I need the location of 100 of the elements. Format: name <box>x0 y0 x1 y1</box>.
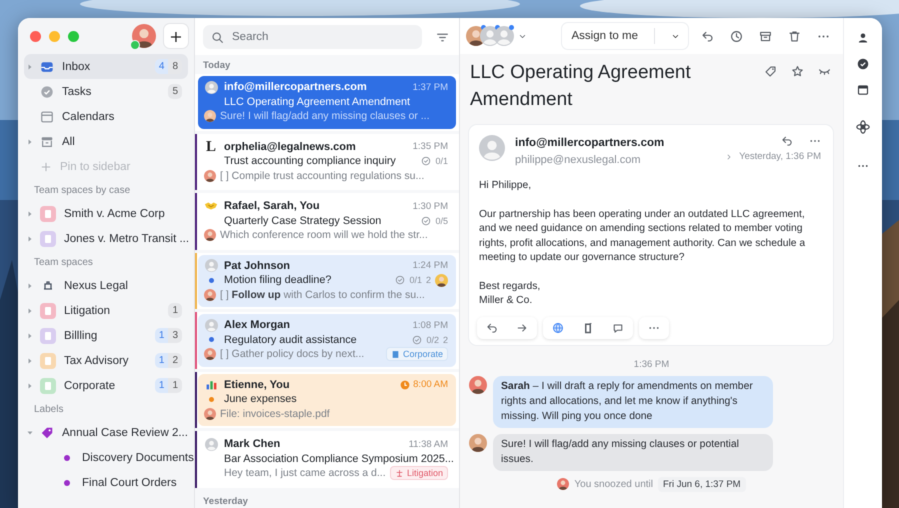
unread-count: 1 <box>154 378 168 393</box>
nav-item[interactable]: Tasks 5 <box>24 79 188 104</box>
unread-count: 1 <box>154 353 168 368</box>
arrow-right-icon[interactable] <box>516 322 528 334</box>
flower-icon[interactable] <box>856 120 870 134</box>
comment-avatar <box>469 376 487 394</box>
tag-icon[interactable] <box>764 65 777 78</box>
building-icon <box>390 350 400 359</box>
task-progress: 0/5 <box>435 216 448 226</box>
sidebar-item[interactable]: Litigation 1 <box>24 298 188 323</box>
item-label: All <box>62 136 76 148</box>
message-item[interactable]: Pat Johnson 1:24 PM Motion filing deadline? 0/1 2 [ ] Follow up with Carlos to confirm the su... <box>198 254 456 307</box>
speech-bubble-icon[interactable] <box>612 322 624 334</box>
notification-dot <box>509 25 514 30</box>
section-title: Team spaces <box>33 256 94 270</box>
star-icon[interactable] <box>791 65 804 78</box>
nav-item[interactable]: All <box>24 129 188 154</box>
message-preview: File: invoices-staple.pdf <box>220 408 331 420</box>
person-icon[interactable] <box>857 32 869 44</box>
reply-count: 2 <box>442 334 448 345</box>
comment-bubble: Sure! I will flag/add any missing clauses or potential issues. <box>493 434 773 470</box>
calendar-icon <box>40 110 54 124</box>
search-icon <box>211 30 224 44</box>
group-header: Yesterday <box>202 494 249 508</box>
message-time: 1:35 PM <box>412 141 448 152</box>
total-count: 5 <box>168 84 182 99</box>
reply-count: 2 <box>426 275 431 286</box>
search-input[interactable]: Search <box>232 31 382 43</box>
window-icon[interactable] <box>857 84 869 96</box>
email-signoff: Miller & Co. <box>479 294 534 308</box>
timeline-time: 1:36 PM <box>632 358 670 370</box>
email-body: Our partnership has been operating under an outdated LLC agreement, and we need guidance on amending sections related to member voting rights, profit allocations, and management authority. Can we schedule a meeting to update our governance structure? <box>479 208 806 265</box>
document-icon[interactable] <box>582 322 594 334</box>
total-count: 1 <box>168 303 182 318</box>
message-subject: Regulatory audit assistance <box>224 334 358 346</box>
message-time: 1:24 PM <box>412 260 448 272</box>
sidebar-item[interactable]: Tax Advisory 1 2 <box>24 348 188 373</box>
sidebar-item[interactable]: Nexus Legal <box>24 273 188 298</box>
sender-name: Rafael, Sarah, You <box>224 200 321 212</box>
snooze-note: You snoozed until <box>574 478 653 490</box>
message-subject: LLC Operating Agreement Amendment <box>224 96 412 108</box>
clock-icon[interactable] <box>730 30 743 42</box>
message-preview: Sure! I will flag/add any missing clauses or ... <box>220 110 431 122</box>
reply-icon[interactable] <box>486 322 498 334</box>
email-signoff: Best regards, <box>479 280 542 294</box>
message-item[interactable]: Alex Morgan 1:08 PM Regulatory audit assistance 0/2 2 [ ] Gather policy docs by next... Corporate <box>198 314 456 366</box>
sender-name: Etienne, You <box>224 378 291 391</box>
reply-icon[interactable] <box>701 30 714 42</box>
message-item[interactable]: Etienne, You 8:00 AM June expenses File: invoices-staple.pdf <box>198 374 456 426</box>
message-time: 1:08 PM <box>412 320 448 331</box>
item-label: Discovery Documents <box>82 452 194 464</box>
window-control-icon[interactable] <box>30 30 41 42</box>
message-time: 11:38 AM <box>408 438 448 450</box>
item-label: Inbox <box>62 60 92 72</box>
total-count: 2 <box>168 353 182 368</box>
section-title: Labels <box>33 402 64 416</box>
message-time: 1:30 PM <box>412 200 448 212</box>
globe-icon[interactable] <box>552 322 564 334</box>
nav-item[interactable]: Calendars <box>24 104 188 129</box>
scales-icon <box>394 468 404 478</box>
item-label: Litigation <box>64 304 112 316</box>
search-field[interactable]: Search <box>203 25 422 49</box>
sidebar-item[interactable]: Smith v. Acme Corp <box>24 201 188 226</box>
archive-box-icon <box>40 134 54 148</box>
sidebar-item[interactable]: Annual Case Review 2... <box>24 420 188 445</box>
check-circle-icon[interactable] <box>857 58 869 70</box>
total-count: 1 <box>168 378 182 393</box>
sender-name: info@millercopartners.com <box>224 81 368 94</box>
reminder-dot <box>208 396 214 402</box>
item-label: Nexus Legal <box>64 280 129 292</box>
item-label: Jones v. Metro Transit ... <box>64 232 190 244</box>
email-greeting: Hi Philippe, <box>479 179 532 193</box>
new-button[interactable]: + <box>164 24 188 48</box>
sidebar-item[interactable]: Billling 1 3 <box>24 323 188 348</box>
sender-name: orphelia@legalnews.com <box>224 140 357 153</box>
archive-icon[interactable] <box>759 30 772 42</box>
message-preview: Which conference room will we hold the str... <box>220 229 429 242</box>
trash-icon[interactable] <box>788 30 801 42</box>
assign-button[interactable]: Assign to me <box>562 23 688 49</box>
message-time: 8:00 AM <box>400 379 448 390</box>
participant-avatar <box>494 26 514 46</box>
sidebar-item[interactable]: Corporate 1 1 <box>24 373 188 398</box>
email-title: LLC Operating Agreement Amendment <box>470 61 692 112</box>
task-check-icon <box>395 275 406 286</box>
user-avatar <box>132 24 156 48</box>
message-preview: [ ] Gather policy docs by next... <box>220 348 366 360</box>
unread-count: 4 <box>154 59 168 74</box>
task-progress: 0/2 <box>426 334 439 345</box>
task-check-icon <box>421 156 432 166</box>
sidebar-label-item[interactable]: Final Court Orders <box>24 470 188 495</box>
nav-item[interactable]: Inbox 4 8 <box>24 54 188 79</box>
message-item[interactable]: info@millercopartners.com 1:37 PM LLC Operating Agreement Amendment Sure! I will flag/add any missing clauses or ... <box>198 76 456 128</box>
filter-icon[interactable] <box>436 30 449 44</box>
email-time: Yesterday, 1:36 PM <box>739 151 821 162</box>
item-label: Corporate <box>64 380 116 392</box>
sidebar-item[interactable]: Jones v. Metro Transit ... <box>24 226 188 251</box>
item-label: Annual Case Review 2... <box>62 426 188 438</box>
comment-bubble: Sarah – I will draft a reply for amendments on member rights and allocations, and let me know if anything's missing. Will ping you once done <box>493 376 773 428</box>
group-header: Today <box>202 59 232 73</box>
reply-icon[interactable] <box>781 135 793 147</box>
